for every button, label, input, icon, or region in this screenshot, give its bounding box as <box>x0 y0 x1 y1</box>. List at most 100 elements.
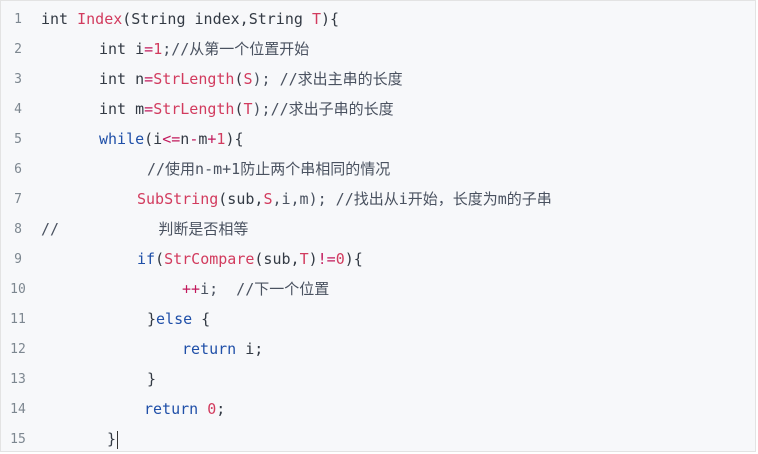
code-token: } <box>147 310 157 328</box>
code-token: i; <box>236 340 264 358</box>
line-number: 2 <box>14 41 22 57</box>
code-token: //使用n-m+1防止两个串相同的情况 <box>147 160 391 178</box>
code-token: (sub, <box>254 250 300 268</box>
code-token: ( <box>155 250 165 268</box>
code-token: <= <box>162 130 181 148</box>
line-number: 12 <box>10 341 26 357</box>
code-token: Index <box>77 10 123 28</box>
code-token: while <box>99 130 145 148</box>
code-token: (i <box>144 130 163 148</box>
code-text: int m=StrLength(T);//求出子串的长度 <box>99 94 394 124</box>
code-token: StrLength <box>153 70 235 88</box>
code-text: //使用n-m+1防止两个串相同的情况 <box>147 154 390 184</box>
code-editor[interactable]: 1 int Index(String index,String T){2 int i… <box>0 0 756 452</box>
code-text: } <box>107 424 119 451</box>
code-line: 4 int m=StrLength(T);//求出子串的长度 <box>1 94 755 124</box>
code-token: = <box>144 40 154 58</box>
code-token: StrLength <box>153 100 235 118</box>
code-token: ) <box>308 250 318 268</box>
code-line: 1 int Index(String index,String T){ <box>1 4 755 34</box>
code-token: int <box>41 10 78 28</box>
code-token: T <box>243 100 253 118</box>
code-token: int i <box>99 40 145 58</box>
line-number: 15 <box>10 431 26 447</box>
code-line: 13} <box>1 364 755 394</box>
code-token: int n <box>99 70 145 88</box>
code-text: // 判断是否相等 <box>41 214 248 244</box>
code-token: SubString <box>137 190 219 208</box>
code-token: != <box>317 250 336 268</box>
code-token: ++ <box>182 280 201 298</box>
code-line: 9 if(StrCompare(sub,T)!=0){ <box>1 244 755 274</box>
code-token: ){ <box>320 10 340 28</box>
code-text: }else { <box>147 304 210 334</box>
line-number: 1 <box>14 11 22 27</box>
code-line: 11 }else { <box>1 304 755 334</box>
code-token: ){ <box>344 250 363 268</box>
code-token: ;//从第一个位置开始 <box>162 40 310 58</box>
code-token: n <box>180 130 190 148</box>
line-number: 4 <box>14 101 22 117</box>
code-token: int m <box>99 100 145 118</box>
code-text: if(StrCompare(sub,T)!=0){ <box>137 244 363 274</box>
code-line: 14 return 0; <box>1 394 755 424</box>
line-number: 8 <box>14 221 22 237</box>
code-line: 10 ++i; //下一个位置 <box>1 274 755 304</box>
code-token: ( <box>234 100 244 118</box>
code-token: ( <box>234 70 244 88</box>
text-cursor <box>117 430 119 449</box>
code-token: i; //下一个位置 <box>200 280 330 298</box>
code-token: if <box>137 250 156 268</box>
code-token: } <box>147 370 157 388</box>
line-number: 3 <box>14 71 22 87</box>
code-token: ){ <box>225 130 244 148</box>
code-text: int i=1;//从第一个位置开始 <box>99 34 309 64</box>
code-line: 2 int i=1;//从第一个位置开始 <box>1 34 755 64</box>
code-line: 7 SubString(sub,S,i,m); //找出从i开始，长度为m的子串 <box>1 184 755 214</box>
code-token: return <box>144 400 199 418</box>
code-text: ++i; //下一个位置 <box>182 274 329 304</box>
code-line: 8 // 判断是否相等 <box>1 214 755 244</box>
line-number: 11 <box>10 311 26 327</box>
code-token: (sub, <box>218 190 264 208</box>
code-text: return 0; <box>144 394 225 424</box>
code-token: 0 <box>335 250 345 268</box>
code-token: { <box>192 310 211 328</box>
code-token: return <box>182 340 237 358</box>
code-token: 1 <box>153 40 163 58</box>
line-number: 5 <box>14 131 22 147</box>
code-text: while(i<=n-m+1){ <box>99 124 244 154</box>
code-token: = <box>144 70 154 88</box>
code-line: 5 while(i<=n-m+1){ <box>1 124 755 154</box>
code-token: ; <box>216 400 226 418</box>
line-number: 14 <box>10 401 26 417</box>
code-token: S <box>243 70 253 88</box>
line-number: 10 <box>10 281 26 297</box>
line-number: 13 <box>10 371 26 387</box>
line-number: 9 <box>14 251 22 267</box>
code-token: } <box>107 430 117 448</box>
code-token: ,i,m); //找出从i开始，长度为m的子串 <box>272 190 552 208</box>
code-text: int Index(String index,String T){ <box>41 4 339 34</box>
code-token: = <box>144 100 154 118</box>
code-token: T <box>311 10 321 28</box>
code-token: (String index,String <box>122 10 312 28</box>
code-token: );//求出子串的长度 <box>252 100 394 118</box>
code-text: } <box>147 364 156 394</box>
code-token: 0 <box>207 400 217 418</box>
line-number: 6 <box>14 161 22 177</box>
code-token: - <box>189 130 199 148</box>
code-token: ); //求出主串的长度 <box>252 70 403 88</box>
code-text: SubString(sub,S,i,m); //找出从i开始，长度为m的子串 <box>137 184 552 214</box>
code-line: 3 int n=StrLength(S); //求出主串的长度 <box>1 64 755 94</box>
code-text: int n=StrLength(S); //求出主串的长度 <box>99 64 403 94</box>
code-text: return i; <box>182 334 263 364</box>
code-line: 12 return i; <box>1 334 755 364</box>
code-line: 15} <box>1 424 755 451</box>
code-token: StrCompare <box>164 250 255 268</box>
code-token: T <box>299 250 309 268</box>
code-token: // 判断是否相等 <box>41 220 249 238</box>
code-line: 6 //使用n-m+1防止两个串相同的情况 <box>1 154 755 184</box>
line-number: 7 <box>14 191 22 207</box>
